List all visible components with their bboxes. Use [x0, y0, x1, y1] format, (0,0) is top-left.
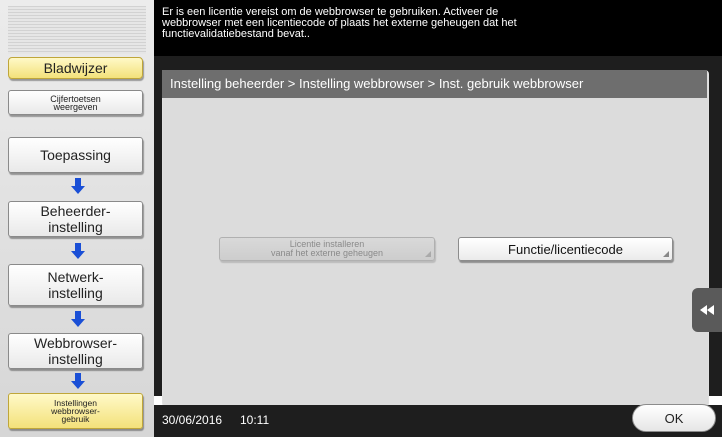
sidebar-pattern [8, 6, 146, 54]
nav-step-application[interactable]: Toepassing [8, 137, 143, 173]
nav-step-network-settings[interactable]: Netwerk- instelling [8, 264, 143, 306]
show-keypad-button[interactable]: Cijfertoetsen weergeven [8, 90, 143, 115]
date-display: 30/06/2016 [162, 413, 223, 427]
corner-mark-icon [663, 251, 669, 257]
corner-mark-icon [425, 251, 431, 257]
bookmark-label: Bladwijzer [43, 60, 108, 76]
nav-step-label: Netwerk- instelling [47, 269, 104, 301]
nav-step-webbrowser-settings[interactable]: Webbrowser- instelling [8, 333, 143, 369]
ok-label: OK [664, 410, 684, 426]
function-license-code-button[interactable]: Functie/licentiecode [458, 237, 673, 261]
breadcrumb: Instelling beheerder > Instelling webbro… [162, 70, 707, 98]
message-bar: Er is een licentie vereist om de webbrow… [154, 0, 722, 56]
down-arrow-icon [71, 243, 85, 259]
ok-button[interactable]: OK [632, 404, 716, 432]
time-display: 10:11 [240, 413, 270, 427]
nav-step-admin-settings[interactable]: Beheerder- instelling [8, 201, 143, 237]
side-panel-toggle[interactable] [692, 288, 722, 332]
function-license-code-label: Functie/licentiecode [508, 241, 623, 257]
license-message: Er is een licentie vereist om de webbrow… [162, 6, 517, 40]
current-step-label: Instellingen webbrowser- gebruik [51, 398, 100, 424]
down-arrow-icon [71, 178, 85, 194]
install-from-external-memory-label: Licentie installeren vanaf het externe g… [270, 239, 384, 258]
nav-current-webbrowser-usage[interactable]: Instellingen webbrowser- gebruik [8, 393, 143, 429]
nav-step-label: Beheerder- instelling [40, 203, 111, 235]
keypad-label: Cijfertoetsen weergeven [50, 93, 101, 112]
down-arrow-icon [71, 373, 85, 389]
down-arrow-icon [71, 311, 85, 327]
bookmark-button[interactable]: Bladwijzer [8, 57, 143, 79]
nav-step-label: Toepassing [40, 147, 111, 163]
install-from-external-memory-button[interactable]: Licentie installeren vanaf het externe g… [219, 237, 435, 261]
double-left-arrow-icon [700, 303, 714, 318]
nav-step-label: Webbrowser- instelling [34, 335, 117, 367]
